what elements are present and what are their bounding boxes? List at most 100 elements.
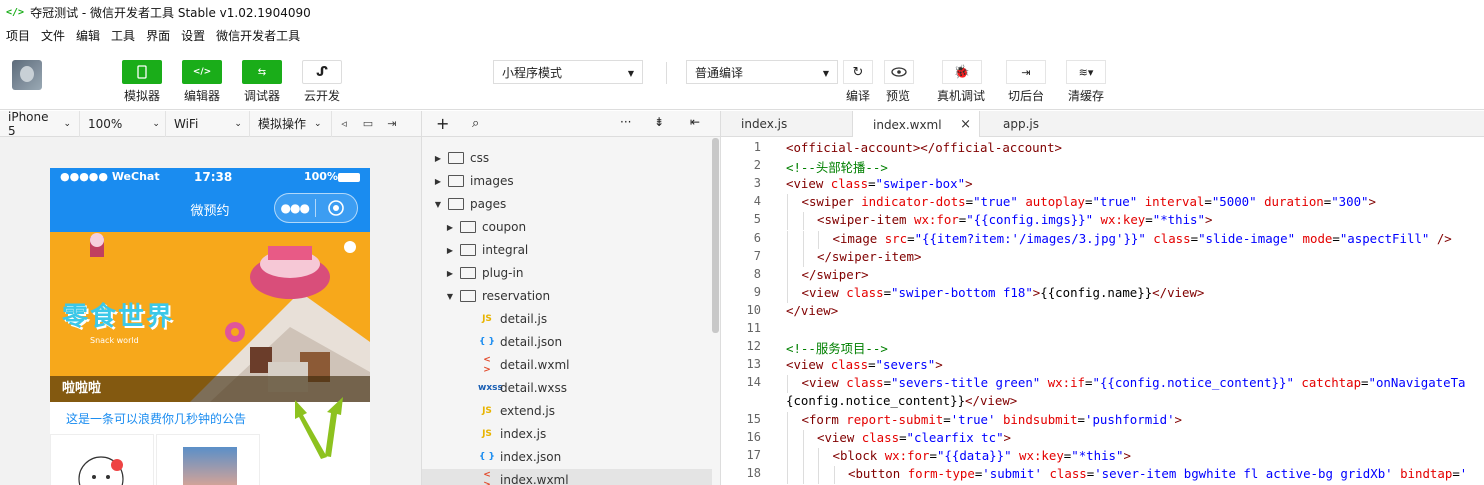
- menu-file[interactable]: 文件: [41, 27, 65, 44]
- tree-folder[interactable]: ▶ integral: [422, 239, 712, 261]
- folder-icon: [448, 175, 464, 187]
- line-number: 8: [753, 266, 761, 281]
- code-token: />: [1429, 230, 1452, 246]
- js-file-icon: JS: [482, 429, 492, 439]
- collapse-icon[interactable]: ⇟: [654, 115, 664, 129]
- simulator-toggle-button[interactable]: [122, 60, 162, 84]
- caret-right-icon: ▶: [446, 268, 454, 278]
- menu-settings[interactable]: 设置: [181, 27, 205, 44]
- cloud-dev-button[interactable]: ᔑ: [302, 60, 342, 84]
- code-token: ': [1459, 465, 1468, 481]
- close-icon[interactable]: ×: [960, 117, 971, 132]
- code-token: <view: [801, 375, 847, 391]
- tab-app-js[interactable]: app.js: [981, 111, 1101, 137]
- window-icon[interactable]: ▭: [356, 117, 380, 130]
- tree-file[interactable]: { } detail.json: [422, 331, 712, 353]
- tree-file[interactable]: wxss detail.wxss: [422, 377, 712, 399]
- device-value: iPhone 5: [8, 109, 49, 138]
- line-number: 3: [753, 176, 761, 191]
- tab-label: app.js: [1003, 117, 1039, 131]
- indent-guide: [787, 284, 788, 303]
- zoom-select[interactable]: 100% ⌄: [80, 110, 166, 137]
- clear-cache-button[interactable]: ≋▾: [1066, 60, 1106, 84]
- menu-interface[interactable]: 界面: [146, 27, 170, 44]
- code-token: =: [1190, 230, 1199, 246]
- menu-wechat-devtools[interactable]: 微信开发者工具: [216, 27, 300, 44]
- file-tree-toolbar: + ⌕ ··· ⇟ ⇤: [421, 111, 720, 137]
- code-token: "slide-image": [1198, 230, 1296, 246]
- more-icon[interactable]: ···: [620, 115, 631, 129]
- add-icon[interactable]: +: [436, 114, 449, 133]
- debugger-toggle-button[interactable]: ⇆: [242, 60, 282, 84]
- folder-icon: [448, 152, 464, 164]
- device-select[interactable]: iPhone 5 ⌄: [0, 109, 80, 138]
- service-card[interactable]: [50, 434, 154, 485]
- code-line: </view>: [786, 303, 838, 318]
- file-tree-scrollbar[interactable]: [712, 138, 719, 333]
- battery-level: 100%: [304, 170, 338, 183]
- editor-toggle-button[interactable]: </>: [182, 60, 222, 84]
- mode-select[interactable]: 小程序模式 ▼: [493, 60, 643, 84]
- code-token: duration: [1256, 194, 1324, 210]
- detach-icon[interactable]: ⇥: [380, 117, 404, 130]
- tree-file[interactable]: { } index.json: [422, 446, 712, 468]
- code-line: <swiper indicator-dots="true" autoplay="…: [802, 194, 1377, 209]
- menu-tools[interactable]: 工具: [111, 27, 135, 44]
- real-device-debug-button[interactable]: 🐞: [942, 60, 982, 84]
- code-token: <image: [832, 230, 885, 246]
- compile-button[interactable]: ↻: [843, 60, 873, 84]
- hide-panel-icon[interactable]: ⇤: [690, 115, 700, 129]
- code-line: <view class="severs-title green" wx:if="…: [802, 375, 1466, 390]
- tree-folder[interactable]: ▶ images: [422, 170, 712, 192]
- menu-edit[interactable]: 编辑: [76, 27, 100, 44]
- close-miniprogram-icon[interactable]: [316, 199, 358, 217]
- tree-file[interactable]: < > index.wxml: [422, 469, 712, 485]
- tab-index-wxml[interactable]: index.wxml ×: [852, 111, 980, 138]
- code-token: "clearfix tc": [906, 429, 1004, 445]
- code-line: <form report-submit='true' bindsubmit='p…: [802, 412, 1183, 427]
- tree-file[interactable]: < > detail.wxml: [422, 354, 712, 376]
- caret-right-icon: ▶: [434, 176, 442, 186]
- tree-folder[interactable]: ▶ coupon: [422, 216, 712, 238]
- switch-background-button[interactable]: ⇥: [1006, 60, 1046, 84]
- menu-project[interactable]: 项目: [6, 27, 30, 44]
- editor-label: 编辑器: [183, 89, 220, 103]
- indent-guide: [802, 212, 804, 231]
- chevron-down-icon: ⌄: [152, 118, 160, 129]
- tree-item-label: detail.wxml: [500, 358, 570, 372]
- tree-folder[interactable]: ▼ reservation: [422, 285, 712, 307]
- more-icon[interactable]: ●●●: [275, 201, 315, 215]
- search-icon[interactable]: ⌕: [472, 116, 479, 131]
- caret-right-icon: ▶: [434, 153, 442, 163]
- compile-mode-select[interactable]: 普通编译 ▼: [686, 60, 838, 84]
- capsule-menu[interactable]: ●●●: [274, 193, 358, 223]
- battery-icon: [338, 173, 360, 182]
- network-select[interactable]: WiFi ⌄: [166, 110, 250, 137]
- sim-operation-select[interactable]: 模拟操作 ⌄: [250, 110, 332, 137]
- tree-file[interactable]: JS detail.js: [422, 308, 712, 330]
- code-token: report-submit: [846, 411, 944, 427]
- code-token: =: [883, 284, 892, 300]
- code-token: </view>: [1152, 284, 1205, 300]
- network-value: WiFi: [174, 116, 199, 131]
- folder-icon: [460, 244, 476, 256]
- tree-folder[interactable]: ▶ plug-in: [422, 262, 712, 284]
- service-card[interactable]: [156, 434, 260, 485]
- caret-right-icon: ▶: [446, 222, 454, 232]
- tree-folder[interactable]: ▼ pages: [422, 193, 712, 215]
- tree-folder[interactable]: ▶ css: [422, 147, 712, 169]
- chevron-down-icon: ▼: [822, 69, 829, 78]
- code-line: <image src="{{item?item:'/images/3.jpg'}…: [833, 231, 1452, 246]
- tree-file[interactable]: JS index.js: [422, 423, 712, 445]
- code-token: wx:key: [1093, 212, 1146, 228]
- tab-index-js[interactable]: index.js: [721, 111, 851, 137]
- notice-text[interactable]: 这是一条可以浪费你几秒钟的公告: [66, 410, 246, 427]
- layers-icon: ≋▾: [1078, 65, 1094, 79]
- volume-icon[interactable]: ◃: [332, 117, 356, 130]
- service-image: [183, 447, 237, 485]
- preview-button[interactable]: [884, 60, 914, 84]
- avatar[interactable]: [12, 60, 42, 90]
- code-editor[interactable]: 1 <official-account></official-account> 2 <…: [720, 137, 1484, 485]
- tree-file[interactable]: JS extend.js: [422, 400, 712, 422]
- indent-guide: [818, 230, 819, 249]
